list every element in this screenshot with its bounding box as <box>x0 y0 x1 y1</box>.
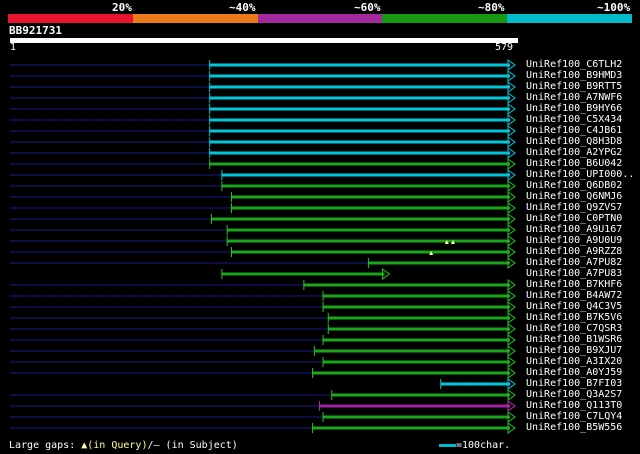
hit-row[interactable] <box>10 147 516 159</box>
hit-row[interactable] <box>10 59 516 71</box>
hit-label[interactable]: UniRef100_Q4C3V5 <box>526 301 622 312</box>
hit-label[interactable]: UniRef100_B5W556 <box>526 422 622 433</box>
hit-row[interactable] <box>10 213 516 225</box>
hit-row[interactable] <box>10 103 516 115</box>
hit-row[interactable] <box>10 411 516 423</box>
gap-legend-query: ▲(in Query) <box>81 440 148 451</box>
hit-row[interactable] <box>10 400 516 412</box>
hit-label[interactable]: UniRef100_A7PU83 <box>526 268 622 279</box>
hit-row[interactable] <box>10 169 516 181</box>
hit-label[interactable]: UniRef100_Q6DB02 <box>526 180 622 191</box>
hit-row[interactable] <box>10 92 516 104</box>
scale-legend-text: =100char. <box>456 440 511 451</box>
hit-row[interactable] <box>10 158 516 170</box>
hit-label[interactable]: UniRef100_C7LQY4 <box>526 411 622 422</box>
hit-label[interactable]: UniRef100_A3IX20 <box>526 356 622 367</box>
hit-row[interactable] <box>10 356 516 368</box>
hit-row[interactable] <box>10 389 516 401</box>
hit-label[interactable]: UniRef100_A2YPG2 <box>526 147 622 158</box>
hit-row[interactable] <box>10 114 516 126</box>
hit-label[interactable]: UniRef100_A7PU82 <box>526 257 622 268</box>
hit-label[interactable]: UniRef100_A9U167 <box>526 224 622 235</box>
hit-row[interactable] <box>10 323 516 335</box>
hit-label[interactable]: UniRef100_A9RZZ8 <box>526 246 622 257</box>
hit-label[interactable]: UniRef100_Q8H3D8 <box>526 136 622 147</box>
hit-row[interactable] <box>10 125 516 137</box>
hit-label[interactable]: UniRef100_B6U042 <box>526 158 622 169</box>
hit-row[interactable] <box>10 224 516 236</box>
hit-label[interactable]: UniRef100_Q6NMJ6 <box>526 191 622 202</box>
hit-label[interactable]: UniRef100_Q113T0 <box>526 400 622 411</box>
hit-row[interactable] <box>10 136 516 148</box>
hit-row[interactable] <box>10 81 516 93</box>
hit-label[interactable]: UniRef100_A0YJ59 <box>526 367 622 378</box>
hit-label[interactable]: UniRef100_B7FI03 <box>526 378 622 389</box>
hit-row[interactable] <box>221 268 391 280</box>
hit-label[interactable]: UniRef100_B1WSR6 <box>526 334 622 345</box>
hit-label[interactable]: UniRef100_B9XJU7 <box>526 345 622 356</box>
hit-row[interactable] <box>10 191 516 203</box>
hit-row[interactable] <box>10 246 516 258</box>
hit-row[interactable] <box>10 367 516 379</box>
hit-row[interactable] <box>10 312 516 324</box>
hit-label[interactable]: UniRef100_C4JB61 <box>526 125 622 136</box>
hit-label[interactable]: UniRef100_B9HMD3 <box>526 70 622 81</box>
hit-label[interactable]: UniRef100_B7KHF6 <box>526 279 622 290</box>
hit-label[interactable]: UniRef100_A9U0U9 <box>526 235 622 246</box>
hit-row[interactable] <box>10 422 516 434</box>
hit-row[interactable] <box>10 345 516 357</box>
hit-row[interactable] <box>10 257 516 269</box>
hit-label[interactable]: UniRef100_B7K5V6 <box>526 312 622 323</box>
hit-label[interactable]: UniRef100_UPI000.. <box>526 169 634 180</box>
hit-label[interactable]: UniRef100_C7QSR3 <box>526 323 622 334</box>
hit-row[interactable] <box>10 301 516 313</box>
hit-label[interactable]: UniRef100_B9RTT5 <box>526 81 622 92</box>
hit-row[interactable] <box>10 202 516 214</box>
hit-label[interactable]: UniRef100_C0PTN0 <box>526 213 622 224</box>
hit-label[interactable]: UniRef100_C6TLH2 <box>526 59 622 70</box>
hit-label[interactable]: UniRef100_C5X434 <box>526 114 622 125</box>
scale-legend: =100char. <box>438 440 510 451</box>
hit-row[interactable] <box>10 279 516 291</box>
hit-label[interactable]: UniRef100_B4AW72 <box>526 290 622 301</box>
gap-legend-prefix: Large gaps: <box>9 440 82 451</box>
hit-row[interactable] <box>10 70 516 82</box>
gap-legend-subject: /— (in Subject) <box>147 440 238 451</box>
hit-label[interactable]: UniRef100_Q9ZVS7 <box>526 202 622 213</box>
hit-row[interactable] <box>440 378 516 390</box>
hit-label[interactable]: UniRef100_A7NWF6 <box>526 92 622 103</box>
hit-row[interactable] <box>10 235 516 247</box>
hit-label[interactable]: UniRef100_B9HY66 <box>526 103 622 114</box>
gap-legend: Large gaps: ▲(in Query)/— (in Subject) <box>9 440 238 451</box>
hit-row[interactable] <box>10 334 516 346</box>
hit-label[interactable]: UniRef100_Q3A2S7 <box>526 389 622 400</box>
hit-row[interactable] <box>10 290 516 302</box>
hit-row[interactable] <box>10 180 516 192</box>
